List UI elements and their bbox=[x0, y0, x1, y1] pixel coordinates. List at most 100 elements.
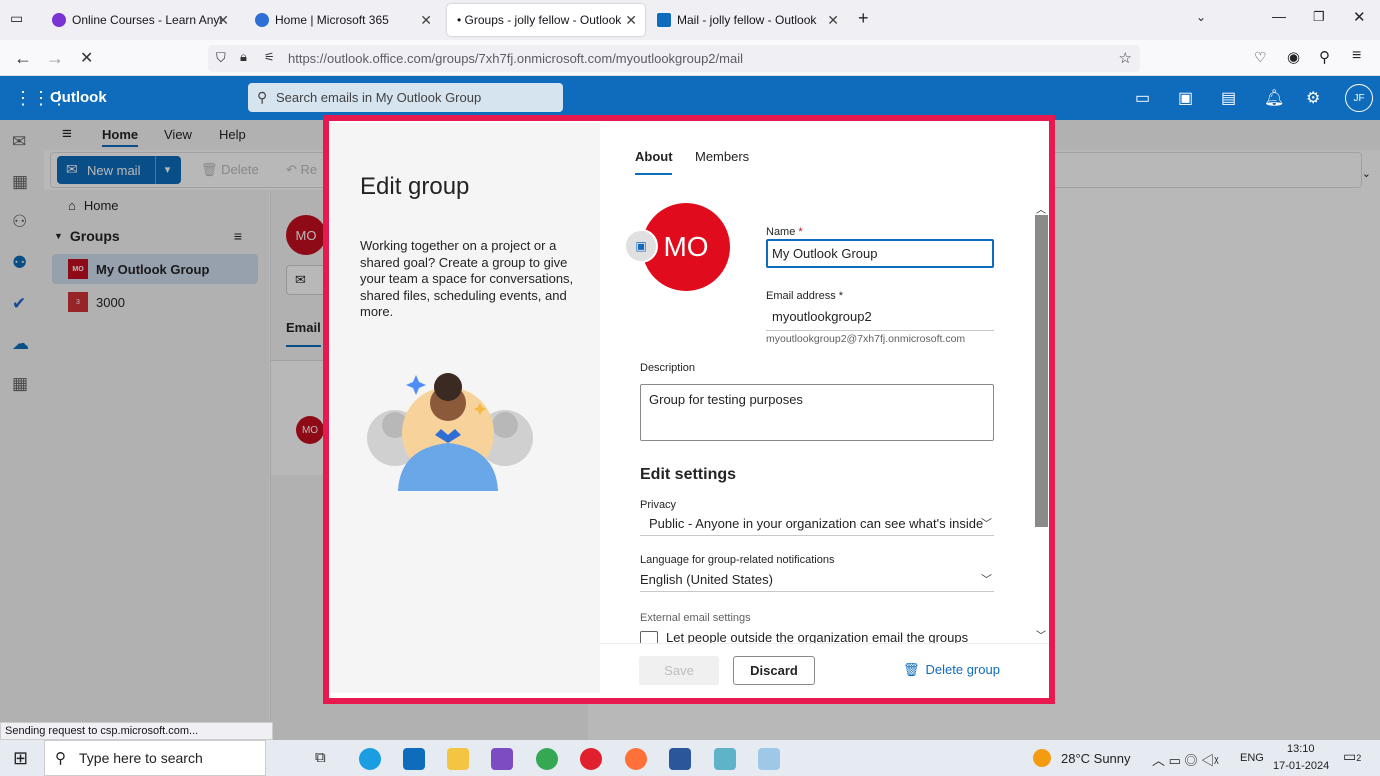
discard-button[interactable]: Discard bbox=[733, 656, 815, 685]
change-photo-icon[interactable]: ▣ bbox=[624, 229, 658, 263]
dialog-title: Edit group bbox=[360, 173, 470, 200]
edit-settings-heading: Edit settings bbox=[640, 466, 737, 483]
opera-icon[interactable] bbox=[580, 748, 602, 770]
shield-icon[interactable]: ⛉ bbox=[216, 50, 226, 66]
language-select[interactable]: English (United States) ﹀ bbox=[640, 570, 994, 592]
dialog-left-panel: Edit group Working together on a project… bbox=[330, 123, 600, 693]
scroll-thumb[interactable] bbox=[1035, 215, 1048, 527]
minimize-icon[interactable]: — bbox=[1272, 8, 1286, 24]
email-field[interactable]: myoutlookgroup2 bbox=[766, 304, 994, 331]
close-tab-icon[interactable]: ✕ bbox=[217, 12, 229, 29]
teams-chat-icon[interactable]: ▭ bbox=[1135, 88, 1150, 108]
description-label: Description bbox=[640, 362, 696, 374]
address-bar[interactable]: ⛉ 🔒︎ ⚟ https://outlook.office.com/groups… bbox=[208, 45, 1140, 72]
close-window-icon[interactable]: ✕ bbox=[1353, 8, 1366, 26]
notification-icon[interactable]: ▭2 bbox=[1343, 748, 1361, 765]
microsoft-365-icon bbox=[255, 13, 269, 27]
search-input[interactable]: ⚲ Search emails in My Outlook Group bbox=[248, 83, 563, 112]
search-placeholder: Search emails in My Outlook Group bbox=[276, 90, 482, 105]
tab-list-icon[interactable]: ▭ bbox=[10, 10, 23, 27]
notifications-icon[interactable]: 🔔︎ bbox=[1264, 88, 1284, 108]
close-tab-icon[interactable]: ✕ bbox=[625, 12, 637, 29]
privacy-label: Privacy bbox=[640, 499, 677, 511]
privacy-select[interactable]: Public - Anyone in your organization can… bbox=[640, 514, 994, 536]
email-label: Email address * bbox=[766, 290, 844, 302]
menu-icon[interactable]: ≡ bbox=[1352, 47, 1361, 65]
restore-icon[interactable]: ❐ bbox=[1313, 9, 1325, 25]
email-label-text: Email address bbox=[766, 290, 836, 302]
privacy-value: Public - Anyone in your organization can… bbox=[649, 516, 984, 531]
external-email-label: External email settings bbox=[640, 612, 751, 624]
back-icon[interactable]: ← bbox=[14, 48, 32, 69]
chrome-icon[interactable] bbox=[536, 748, 558, 770]
outlook-icon bbox=[657, 13, 671, 27]
firefox-icon[interactable] bbox=[625, 748, 647, 770]
url-text: https://outlook.office.com/groups/7xh7fj… bbox=[288, 51, 743, 66]
taskbar-search[interactable]: ⚲ Type here to search bbox=[44, 740, 266, 776]
tray-icons[interactable]: ︿ ▭ ◎ ◁ᵡ bbox=[1152, 750, 1219, 769]
close-tab-icon[interactable]: ✕ bbox=[827, 12, 839, 29]
delete-group-button[interactable]: 🗑︎ Delete group bbox=[903, 662, 1000, 678]
scroll-down-icon[interactable]: ﹀ bbox=[1036, 627, 1046, 642]
browser-toolbar: ← → ✕ ⛉ 🔒︎ ⚟ https://outlook.office.com/… bbox=[0, 40, 1380, 76]
weather-text[interactable]: 28°C Sunny bbox=[1061, 751, 1131, 766]
description-field[interactable]: Group for testing purposes bbox=[640, 384, 994, 441]
tab-microsoft-365[interactable]: Home | Microsoft 365 ✕ bbox=[245, 4, 440, 36]
close-tab-icon[interactable]: ✕ bbox=[420, 12, 432, 29]
group-illustration bbox=[367, 373, 533, 491]
tab-title: Mail - jolly fellow - Outlook bbox=[677, 13, 817, 27]
windows-taskbar: ⊞ ⚲ Type here to search ⧉ 28°C Sunny ︿ ▭… bbox=[0, 740, 1380, 776]
scrollbar[interactable]: ︿ ﹀ bbox=[1033, 203, 1049, 643]
visual-studio-icon[interactable] bbox=[491, 748, 513, 770]
account-icon[interactable]: ◉ bbox=[1287, 48, 1300, 66]
browser-status: Sending request to csp.microsoft.com... bbox=[0, 722, 273, 740]
language-indicator[interactable]: ENG bbox=[1240, 752, 1264, 764]
new-tab-icon[interactable]: + bbox=[858, 8, 869, 29]
tab-members[interactable]: Members bbox=[695, 149, 749, 164]
language-label: Language for group-related notifications bbox=[640, 554, 835, 566]
search-icon: ⚲ bbox=[55, 750, 66, 767]
taskbar-search-placeholder: Type here to search bbox=[79, 750, 203, 766]
paint-icon[interactable] bbox=[758, 748, 780, 770]
tab-title: Home | Microsoft 365 bbox=[275, 13, 389, 27]
settings-icon[interactable]: ⚙ bbox=[1306, 88, 1320, 108]
chevron-down-icon: ﹀ bbox=[981, 518, 992, 530]
outlook-brand[interactable]: Outlook bbox=[50, 89, 107, 106]
my-day-icon[interactable]: ▤ bbox=[1221, 88, 1236, 108]
forward-icon[interactable]: → bbox=[46, 48, 64, 69]
windows-start-icon[interactable]: ⊞ bbox=[13, 748, 28, 769]
permissions-icon[interactable]: ⚟ bbox=[264, 50, 275, 64]
clock-date[interactable]: 17-01-2024 bbox=[1273, 760, 1329, 772]
stop-icon[interactable]: ✕ bbox=[80, 48, 93, 68]
word-icon[interactable] bbox=[669, 748, 691, 770]
office-icon[interactable]: ▣ bbox=[1178, 88, 1193, 108]
name-field[interactable]: My Outlook Group bbox=[766, 239, 994, 268]
tab-about[interactable]: About bbox=[635, 149, 673, 164]
language-value: English (United States) bbox=[640, 572, 773, 587]
avatar[interactable]: JF bbox=[1345, 84, 1373, 112]
save-button[interactable]: Save bbox=[639, 656, 719, 685]
outlook-header: ⋮⋮⋮ Outlook ⚲ Search emails in My Outloo… bbox=[0, 76, 1380, 120]
dialog-right-panel: About Members MO ▣ Name * My Outlook Gro… bbox=[600, 123, 1049, 693]
mail-app-icon[interactable] bbox=[403, 748, 425, 770]
tab-mail-outlook[interactable]: Mail - jolly fellow - Outlook ✕ bbox=[647, 4, 847, 36]
file-explorer-icon[interactable] bbox=[447, 748, 469, 770]
name-label-text: Name bbox=[766, 226, 796, 238]
edge-icon[interactable] bbox=[359, 748, 381, 770]
task-view-icon[interactable]: ⧉ bbox=[315, 749, 326, 766]
bookmark-star-icon[interactable]: ☆ bbox=[1119, 49, 1132, 67]
app-icon[interactable] bbox=[714, 748, 736, 770]
trash-icon: 🗑︎ bbox=[903, 662, 920, 677]
notification-count: 2 bbox=[1356, 753, 1362, 763]
lock-icon[interactable]: 🔒︎ bbox=[240, 49, 247, 65]
tab-online-courses[interactable]: Online Courses - Learn Anything ✕ bbox=[42, 4, 237, 36]
browser-tabbar: ▭ Online Courses - Learn Anything ✕ Home… bbox=[0, 0, 1380, 40]
tab-overflow-icon[interactable]: ⌄ bbox=[1196, 10, 1206, 24]
pocket-icon[interactable]: ♡ bbox=[1254, 49, 1267, 66]
clock-time[interactable]: 13:10 bbox=[1287, 743, 1315, 755]
extensions-icon[interactable]: ⚲ bbox=[1319, 48, 1330, 66]
udemy-icon bbox=[52, 13, 66, 27]
weather-icon[interactable] bbox=[1033, 749, 1051, 767]
scroll-up-icon[interactable]: ︿ bbox=[1036, 201, 1046, 216]
tab-groups-outlook[interactable]: • Groups - jolly fellow - Outlook ✕ bbox=[447, 4, 645, 36]
